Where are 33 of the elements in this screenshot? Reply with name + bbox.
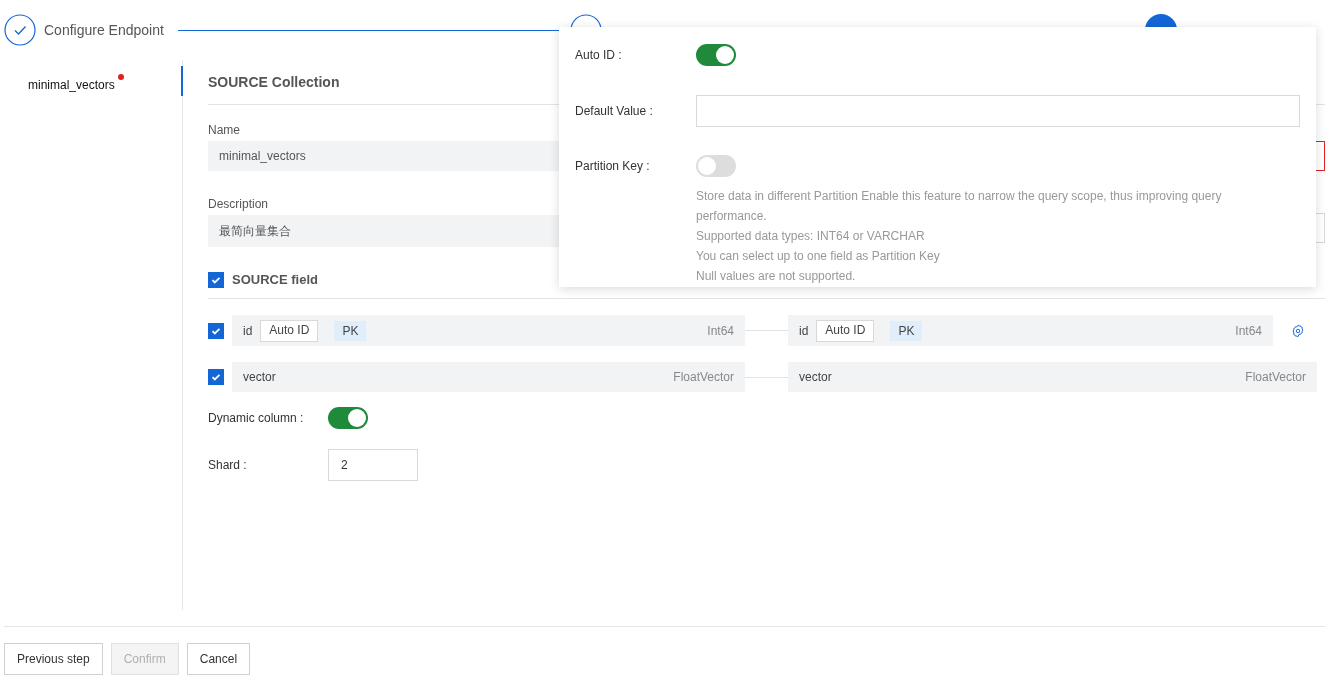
field-type: Int64 [707, 323, 734, 338]
footer-button[interactable]: Cancel [186, 643, 251, 675]
toggle-switch[interactable] [696, 155, 736, 177]
field-type: FloatVector [1245, 370, 1306, 384]
help-text: You can select up to one field as Partition Key [696, 248, 941, 265]
field-label: Default Value : [575, 103, 654, 120]
checkbox[interactable] [208, 369, 224, 385]
field-name: vector [799, 370, 832, 384]
checkbox[interactable] [208, 322, 224, 339]
field-tag: Auto ID [260, 319, 319, 342]
step-label: Configure Endpoint [44, 22, 164, 38]
footer-button[interactable]: Previous step [4, 643, 103, 675]
field-label: Description [208, 197, 270, 213]
shard-input[interactable]: 2 [328, 449, 418, 481]
field-name: vector [243, 370, 276, 384]
toggle-switch[interactable] [328, 407, 368, 429]
field-label: Name [208, 123, 241, 139]
toggle-switch[interactable] [696, 44, 736, 66]
field-tag: PK [890, 320, 923, 341]
field-type: FloatVector [673, 370, 734, 384]
field-label: Dynamic column : [208, 411, 305, 425]
field-name: id [799, 323, 809, 338]
help-text: Null values are not supported. [696, 268, 857, 285]
field-name: id [243, 323, 253, 338]
field-type: Int64 [1235, 323, 1262, 338]
checkbox[interactable] [208, 271, 224, 288]
field-label: Shard : [208, 458, 248, 472]
settings-icon[interactable] [1291, 323, 1305, 338]
field-tag: Auto ID [816, 319, 875, 342]
sidebar-item[interactable]: minimal_vectors [0, 66, 183, 96]
section-title: SOURCE field [232, 272, 318, 287]
default-value-input[interactable] [696, 95, 1300, 127]
field-tag: PK [334, 320, 367, 341]
